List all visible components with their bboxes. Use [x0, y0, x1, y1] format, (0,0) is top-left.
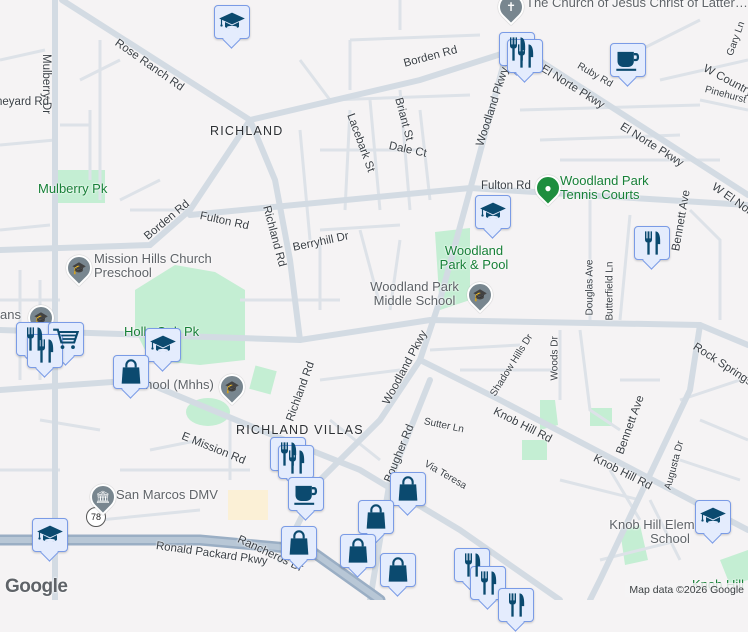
school-icon — [149, 331, 177, 359]
place-left-partial[interactable]: ans — [0, 308, 21, 322]
road-label-woods: Woods Dr — [549, 336, 561, 381]
marker-school[interactable] — [145, 328, 181, 362]
marker-school[interactable] — [32, 518, 68, 552]
shopping-bag-icon — [362, 503, 390, 531]
google-logo: Google — [5, 576, 68, 597]
shopping-bag-icon — [117, 358, 145, 386]
road-label-fulton-right: Fulton Rd — [481, 180, 531, 192]
marker-bag[interactable] — [390, 472, 426, 506]
restaurant-icon — [638, 229, 666, 257]
marker-restaurant[interactable] — [470, 566, 506, 600]
area-label-richland: RICHLAND — [210, 124, 284, 138]
place-woodland-middle-school[interactable]: Woodland Park Middle School — [362, 280, 467, 308]
area-label-richland-villas: RICHLAND VILLAS — [236, 423, 364, 437]
coffee-icon — [292, 480, 320, 508]
place-dmv[interactable]: San Marcos DMV — [116, 488, 218, 502]
marker-restaurant[interactable] — [27, 334, 63, 368]
school-icon — [36, 521, 64, 549]
school-icon — [699, 503, 727, 531]
shopping-bag-icon — [285, 529, 313, 557]
marker-restaurant[interactable] — [498, 588, 534, 622]
shopping-bag-icon — [344, 537, 372, 565]
marker-school[interactable] — [475, 195, 511, 229]
marker-bag[interactable] — [340, 534, 376, 568]
coffee-icon — [614, 46, 642, 74]
restaurant-icon — [511, 42, 539, 70]
place-mission-hills-preschool[interactable]: Mission Hills Church Preschool — [94, 252, 214, 280]
restaurant-icon — [474, 569, 502, 597]
restaurant-icon — [282, 448, 310, 476]
school-icon — [218, 8, 246, 36]
road-label-butterfield: Butterfield Ln — [604, 261, 616, 321]
marker-coffee[interactable] — [288, 477, 324, 511]
shopping-area — [228, 490, 268, 520]
shopping-bag-icon — [394, 475, 422, 503]
marker-school[interactable] — [214, 5, 250, 39]
marker-restaurant[interactable] — [634, 226, 670, 260]
marker-bag[interactable] — [281, 526, 317, 560]
marker-bag[interactable] — [380, 553, 416, 587]
place-church[interactable]: The Church of Jesus Christ of Latter… — [526, 0, 748, 10]
restaurant-icon — [502, 591, 530, 619]
shopping-bag-icon — [384, 556, 412, 584]
place-tennis-courts[interactable]: Woodland Park Tennis Courts — [560, 174, 670, 202]
restaurant-icon — [31, 337, 59, 365]
marker-bag[interactable] — [113, 355, 149, 389]
road-label-douglas: Douglas Ave — [584, 259, 596, 316]
marker-school[interactable] — [695, 500, 731, 534]
marker-restaurant[interactable] — [507, 39, 543, 73]
marker-restaurant[interactable] — [278, 445, 314, 479]
marker-coffee[interactable] — [610, 43, 646, 77]
road-label-vineyard: Vineyard Rd — [0, 96, 50, 108]
school-icon — [479, 198, 507, 226]
map-attribution[interactable]: Map data ©2026 Google — [625, 583, 748, 597]
marker-bag[interactable] — [358, 500, 394, 534]
place-woodland-pool[interactable]: Woodland Park & Pool — [434, 244, 514, 272]
place-mulberry-pk[interactable]: Mulberry Pk — [38, 182, 107, 196]
